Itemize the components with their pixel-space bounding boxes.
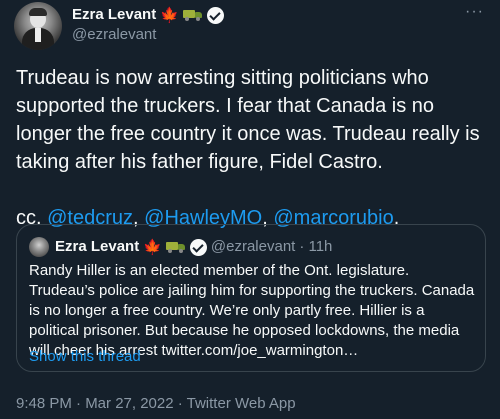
quoted-header: Ezra Levant 🍁 @ezralevant · 11h xyxy=(55,237,332,257)
tweet-text: Trudeau is now arresting sitting politic… xyxy=(16,64,486,232)
truck-icon xyxy=(165,241,186,253)
author-handle[interactable]: @ezralevant xyxy=(72,26,156,44)
show-thread-link[interactable]: Show this thread xyxy=(29,347,141,367)
maple-leaf-icon: 🍁 xyxy=(160,6,179,24)
tweet: Ezra Levant 🍁 @ezralevant ··· Trudeau is… xyxy=(0,0,500,419)
quoted-tweet[interactable]: Ezra Levant 🍁 @ezralevant · 11h Randy Hi… xyxy=(16,224,486,372)
truck-icon xyxy=(182,9,203,21)
avatar[interactable] xyxy=(14,2,62,50)
tweet-footer: 9:48 PM · Mar 27, 2022 · Twitter Web App xyxy=(16,395,296,412)
verified-icon xyxy=(206,6,224,24)
quoted-author-name: Ezra Levant xyxy=(55,238,140,255)
quoted-time: · 11h xyxy=(299,238,333,255)
author-row: Ezra Levant 🍁 xyxy=(72,6,224,24)
quoted-text: Randy Hiller is an elected member of the… xyxy=(29,261,475,361)
verified-icon xyxy=(189,238,207,256)
quoted-body: Randy Hiller is an elected member of the… xyxy=(29,262,475,359)
tweet-body: Trudeau is now arresting sitting politic… xyxy=(16,67,480,173)
quoted-author-handle: @ezralevant xyxy=(210,238,296,255)
author-name[interactable]: Ezra Levant xyxy=(72,6,156,24)
maple-leaf-icon: 🍁 xyxy=(143,238,162,256)
quoted-avatar xyxy=(29,237,49,257)
more-options-icon[interactable]: ··· xyxy=(465,4,484,20)
